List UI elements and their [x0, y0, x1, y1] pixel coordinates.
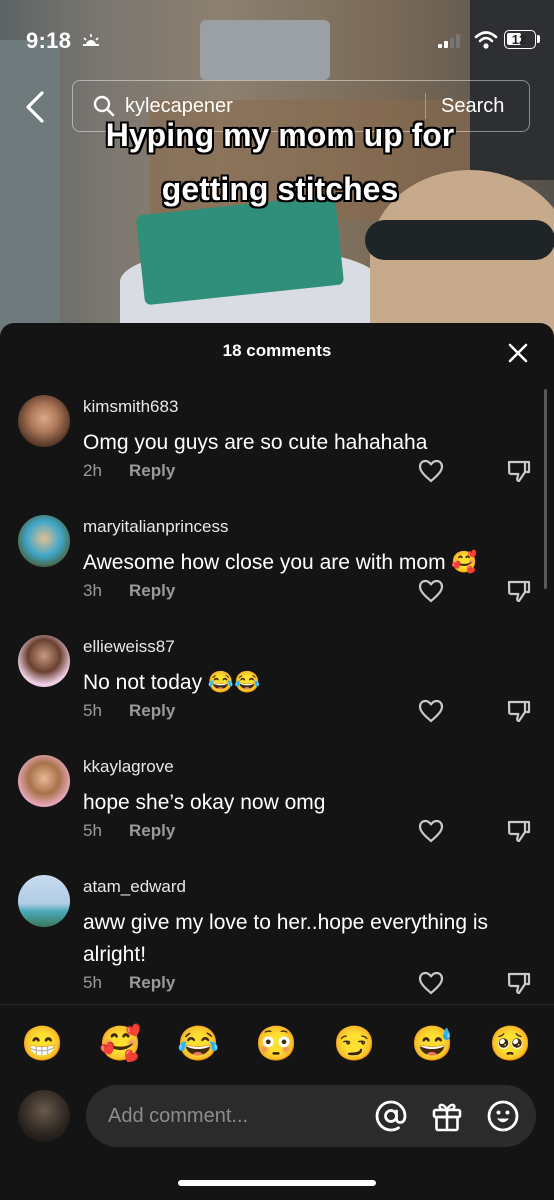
battery-indicator: 12 — [504, 30, 536, 49]
comments-sheet: 18 comments kimsmith683 Omg you guys are… — [0, 323, 554, 1200]
wifi-icon — [474, 31, 498, 49]
heart-icon[interactable] — [418, 819, 444, 843]
status-time: 9:18 — [26, 28, 72, 53]
comments-count-header: 18 comments — [222, 341, 332, 360]
dislike-icon[interactable] — [506, 578, 532, 604]
composer-divider — [0, 1004, 554, 1005]
avatar[interactable] — [18, 635, 70, 687]
avatar[interactable] — [18, 875, 70, 927]
home-indicator[interactable] — [178, 1180, 376, 1186]
reply-button[interactable]: Reply — [129, 701, 175, 721]
battery-percent: 12 — [511, 32, 527, 47]
comment-time: 2h — [83, 461, 102, 480]
comment-text: No not today 😂😂 — [83, 671, 261, 694]
reply-button[interactable]: Reply — [129, 581, 175, 601]
comment-time: 5h — [83, 973, 102, 992]
dislike-icon[interactable] — [506, 698, 532, 724]
emoji-sweat-smile-button[interactable]: 😅 — [411, 1024, 453, 1066]
emoji-flushed-button[interactable]: 😳 — [255, 1024, 297, 1066]
emoji-pleading-button[interactable]: 🥺 — [489, 1024, 531, 1066]
heart-icon[interactable] — [418, 971, 444, 995]
reply-button[interactable]: Reply — [129, 821, 175, 841]
avatar[interactable] — [18, 755, 70, 807]
comment-username[interactable]: atam_edward — [83, 877, 186, 897]
reply-button[interactable]: Reply — [129, 461, 175, 481]
reply-button[interactable]: Reply — [129, 973, 175, 993]
comment-username[interactable]: ellieweiss87 — [83, 637, 175, 657]
emoji-smirk-button[interactable]: 😏 — [333, 1024, 375, 1066]
comment-username[interactable]: kkaylagrove — [83, 757, 174, 777]
dislike-icon[interactable] — [506, 458, 532, 484]
emoji-grin-button[interactable]: 😁 — [21, 1024, 63, 1066]
comment-input[interactable] — [86, 1085, 536, 1147]
sunset-icon — [83, 34, 99, 46]
video-caption: Hyping my mom up for getting stitches — [105, 117, 455, 207]
gift-icon[interactable] — [430, 1099, 464, 1133]
scrollbar[interactable] — [544, 389, 547, 589]
battery-tip — [537, 35, 540, 43]
video-scene-door — [0, 40, 60, 340]
comment-text: aww give my love to her..hope everything… — [83, 911, 489, 966]
comment-time: 3h — [83, 581, 102, 600]
cellular-signal-icon — [438, 34, 460, 48]
back-arrow-icon[interactable] — [22, 90, 48, 124]
comment-text: hope she’s okay now omg — [83, 791, 326, 814]
emoji-laugh-button[interactable]: 😂 — [177, 1024, 219, 1066]
comment-text: Omg you guys are so cute hahahaha — [83, 431, 428, 454]
avatar[interactable] — [18, 515, 70, 567]
heart-icon[interactable] — [418, 579, 444, 603]
video-scene-hat — [365, 220, 554, 260]
dislike-icon[interactable] — [506, 818, 532, 844]
comment-username[interactable]: maryitalianprincess — [83, 517, 229, 537]
heart-icon[interactable] — [418, 699, 444, 723]
dislike-icon[interactable] — [506, 970, 532, 996]
comment-time: 5h — [83, 821, 102, 840]
avatar[interactable] — [18, 1090, 70, 1142]
mention-icon[interactable] — [374, 1099, 408, 1133]
comment-username[interactable]: kimsmith683 — [83, 397, 178, 417]
comment-time: 5h — [83, 701, 102, 720]
heart-icon[interactable] — [418, 459, 444, 483]
emoji-hearts-button[interactable]: 🥰 — [99, 1024, 141, 1066]
emoji-picker-icon[interactable] — [486, 1099, 520, 1133]
close-icon[interactable] — [508, 343, 528, 363]
comment-text: Awesome how close you are with mom 🥰 — [83, 551, 478, 574]
avatar[interactable] — [18, 395, 70, 447]
status-bar: 9:18 12 — [0, 0, 554, 80]
